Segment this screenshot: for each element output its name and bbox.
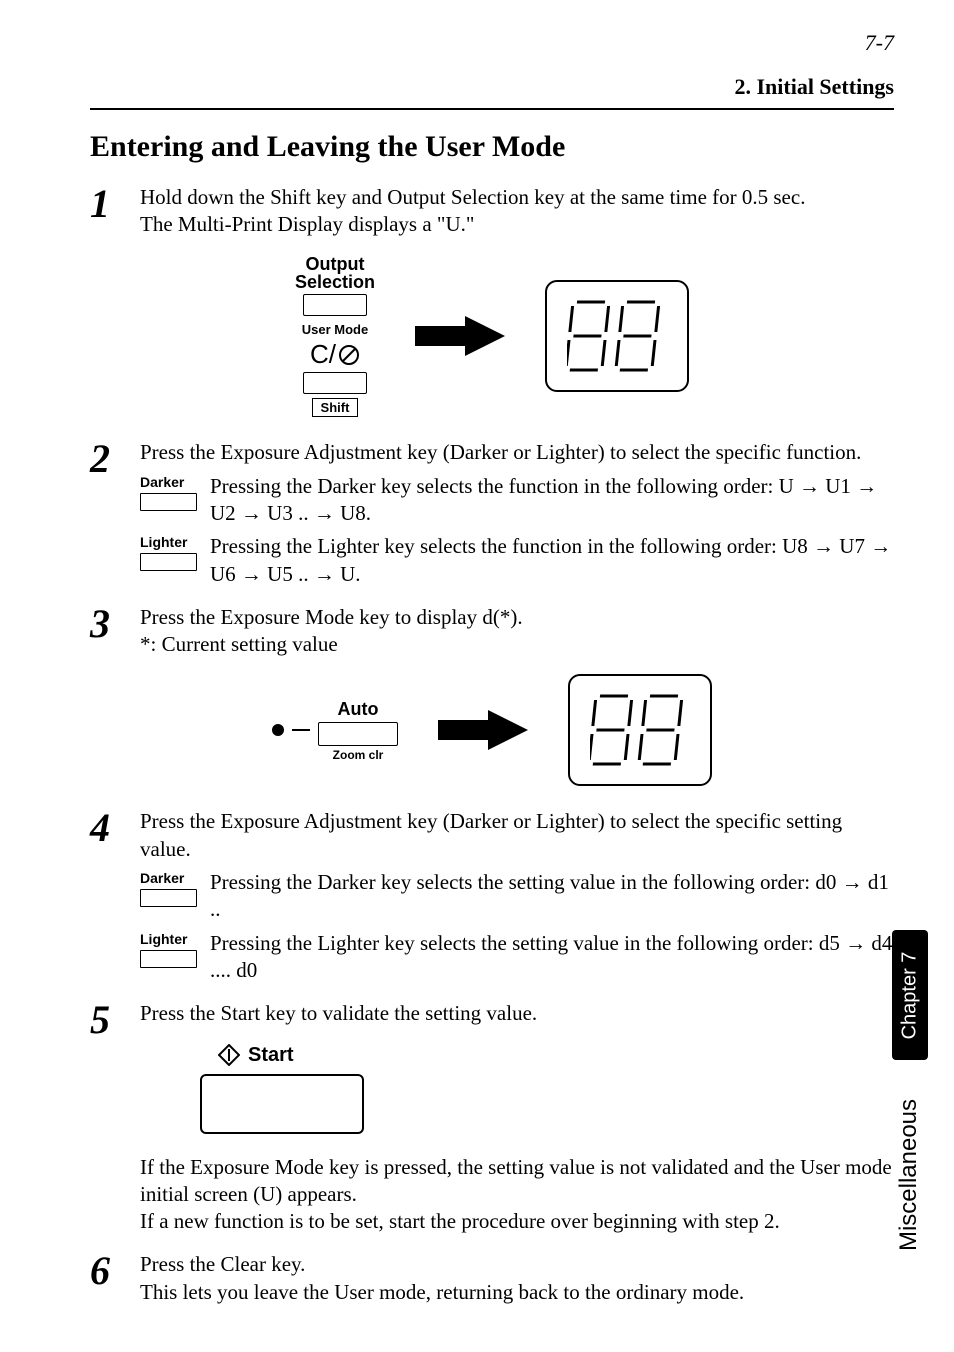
- clear-key[interactable]: [303, 372, 367, 394]
- label-user-mode: User Mode: [302, 322, 368, 337]
- page-number: 7-7: [90, 30, 894, 56]
- step-5: 5 Press the Start key to validate the se…: [90, 1000, 894, 1235]
- darker-key[interactable]: [140, 889, 197, 907]
- indicator-dot-icon: [272, 724, 284, 736]
- label-zoom-clr: Zoom clr: [333, 748, 384, 762]
- step-2-intro: Press the Exposure Adjustment key (Darke…: [140, 439, 894, 466]
- step-1-line-2: The Multi-Print Display displays a "U.": [140, 211, 894, 238]
- diagram-auto: Auto Zoom clr: [90, 674, 894, 786]
- lighter-key[interactable]: [140, 950, 197, 968]
- step-5-after-2: If a new function is to be set, start th…: [140, 1208, 894, 1235]
- darker-label: Darker: [140, 869, 184, 887]
- section-side-label: Miscellaneous: [894, 1075, 924, 1275]
- label-auto: Auto: [338, 699, 379, 720]
- output-selection-panel: Output Selection User Mode C/ Shift: [295, 255, 375, 418]
- step-3-line-2: *: Current setting value: [140, 631, 894, 658]
- step-2: 2 Press the Exposure Adjustment key (Dar…: [90, 439, 894, 587]
- step-5-after-1: If the Exposure Mode key is pressed, the…: [140, 1154, 894, 1209]
- indicator-dash: [292, 729, 310, 731]
- exposure-mode-key[interactable]: [318, 722, 398, 746]
- step-5-line-1: Press the Start key to validate the sett…: [140, 1000, 894, 1027]
- seven-segment-display: [545, 280, 689, 392]
- output-selection-key[interactable]: [303, 294, 367, 316]
- step-4-darker-text: Pressing the Darker key selects the sett…: [210, 869, 894, 924]
- start-block: Start: [200, 1042, 894, 1134]
- step-number: 4: [90, 808, 140, 848]
- breadcrumb: 2. Initial Settings: [90, 74, 894, 100]
- auto-panel: Auto Zoom clr: [272, 699, 398, 762]
- step-2-darker-text: Pressing the Darker key selects the func…: [210, 473, 894, 528]
- section-side-label-text: Miscellaneous: [895, 1099, 923, 1251]
- step-3: 3 Press the Exposure Mode key to display…: [90, 604, 894, 659]
- step-3-line-1: Press the Exposure Mode key to display d…: [140, 604, 894, 631]
- arrow-right-icon: [415, 311, 505, 361]
- start-key[interactable]: [200, 1074, 364, 1134]
- seven-segment-display: [568, 674, 712, 786]
- step-2-lighter-text: Pressing the Lighter key selects the fun…: [210, 533, 894, 588]
- diagram-user-mode: Output Selection User Mode C/ Shift: [90, 255, 894, 418]
- darker-key[interactable]: [140, 493, 197, 511]
- step-number: 5: [90, 1000, 140, 1040]
- step-4-intro: Press the Exposure Adjustment key (Darke…: [140, 808, 894, 863]
- step-number: 1: [90, 184, 140, 224]
- lighter-label: Lighter: [140, 930, 187, 948]
- step-1: 1 Hold down the Shift key and Output Sel…: [90, 184, 894, 239]
- chapter-tab: Chapter 7: [892, 930, 928, 1060]
- step-number: 3: [90, 604, 140, 644]
- step-number: 2: [90, 439, 140, 479]
- step-1-line-1: Hold down the Shift key and Output Selec…: [140, 184, 894, 211]
- darker-label: Darker: [140, 473, 184, 491]
- lighter-label: Lighter: [140, 533, 187, 551]
- start-diamond-icon: [218, 1044, 240, 1066]
- step-6-line-2: This lets you leave the User mode, retur…: [140, 1279, 894, 1306]
- chapter-tab-label: Chapter 7: [899, 951, 922, 1039]
- label-output: Output: [306, 255, 365, 274]
- step-6-line-1: Press the Clear key.: [140, 1251, 894, 1278]
- stop-icon: [338, 344, 360, 366]
- arrow-right-icon: [438, 705, 528, 755]
- header-rule: [90, 108, 894, 110]
- label-selection: Selection: [295, 273, 375, 292]
- step-6: 6 Press the Clear key. This lets you lea…: [90, 1251, 894, 1306]
- shift-key[interactable]: Shift: [312, 398, 359, 417]
- step-4: 4 Press the Exposure Adjustment key (Dar…: [90, 808, 894, 984]
- start-label-text: Start: [248, 1042, 294, 1068]
- page-title: Entering and Leaving the User Mode: [90, 130, 894, 164]
- step-number: 6: [90, 1251, 140, 1291]
- c-slash-text: C/: [310, 339, 336, 370]
- step-4-lighter-text: Pressing the Lighter key selects the set…: [210, 930, 894, 985]
- lighter-key[interactable]: [140, 553, 197, 571]
- label-c-stop: C/: [310, 339, 360, 370]
